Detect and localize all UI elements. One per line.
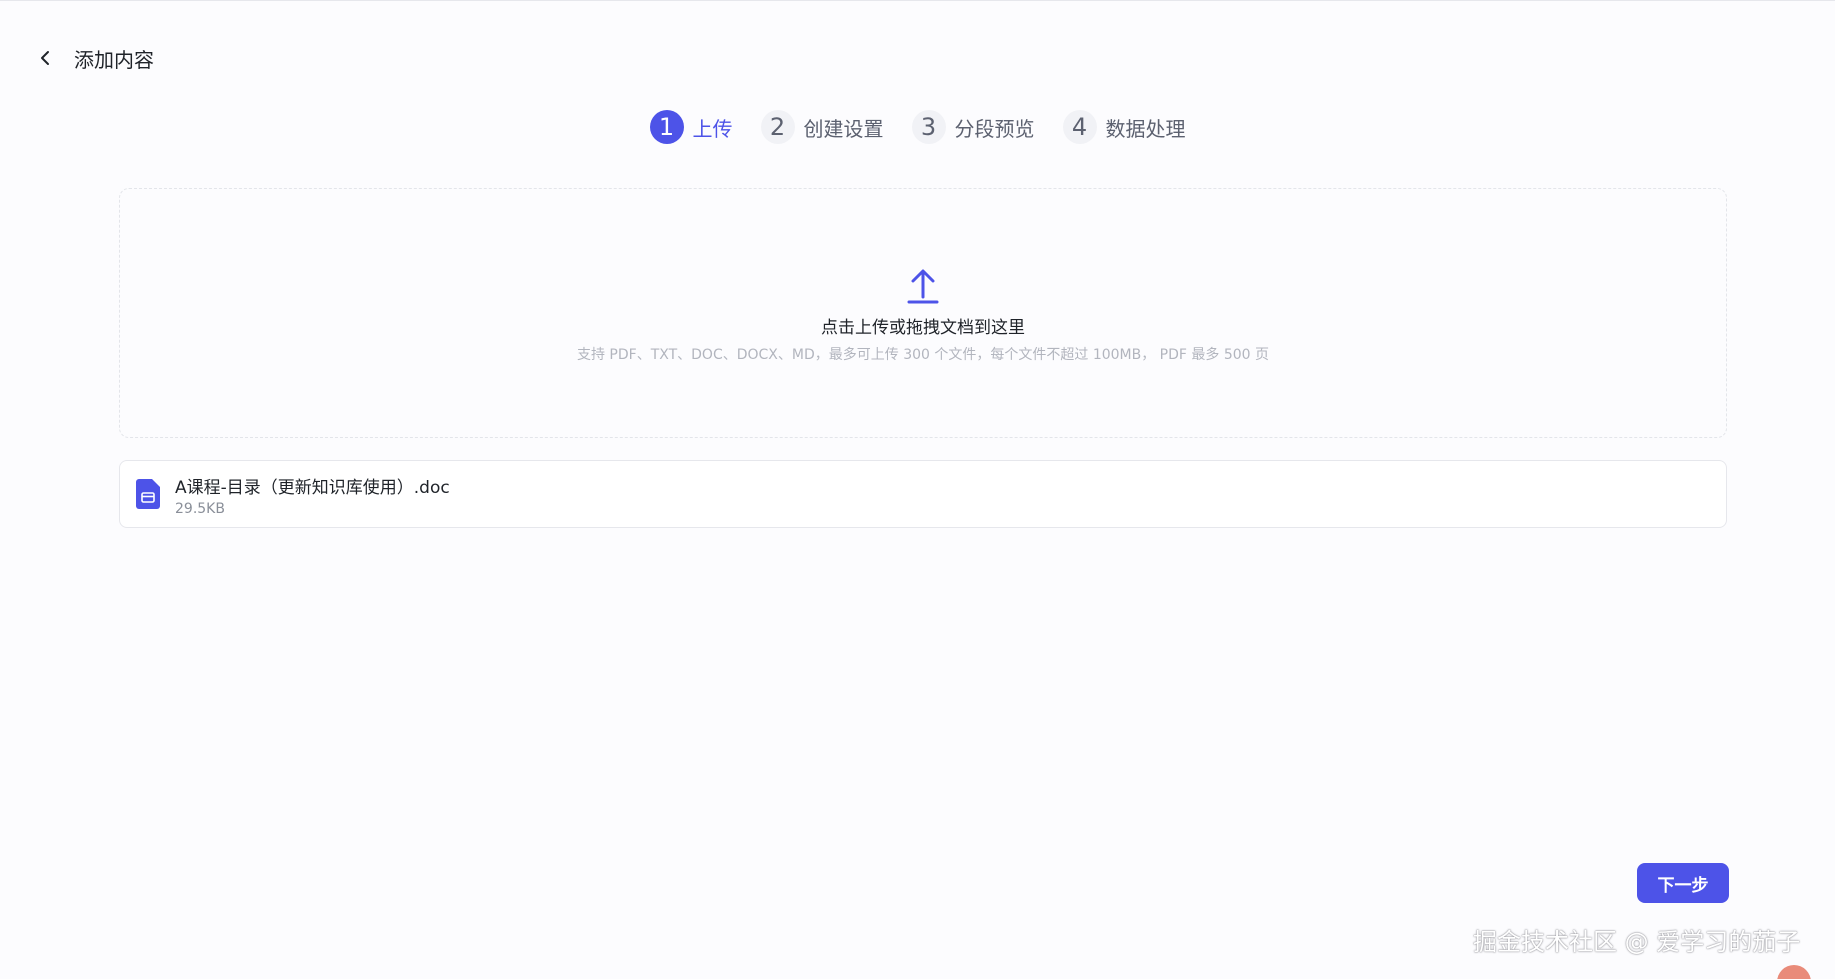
step-number: 2: [760, 110, 795, 144]
stepper: 1 上传 2 创建设置 3 分段预览 4 数据处理: [0, 110, 1835, 144]
watermark: 掘金技术社区 @ 爱学习的茄子: [1473, 928, 1801, 956]
back-button[interactable]: [34, 47, 56, 69]
page-title: 添加内容: [74, 47, 154, 72]
file-size: 29.5KB: [175, 501, 225, 517]
step-label: 分段预览: [954, 116, 1035, 141]
step-label: 创建设置: [803, 116, 884, 141]
step-number: 4: [1062, 110, 1097, 144]
file-list-item: A课程-目录（更新知识库使用）.doc 29.5KB: [119, 460, 1727, 528]
step-number: 3: [911, 110, 946, 144]
step-label: 数据处理: [1105, 116, 1186, 141]
step-segment-preview: 3 分段预览: [911, 110, 1035, 144]
floating-badge[interactable]: [1777, 965, 1811, 979]
next-step-button[interactable]: 下一步: [1637, 863, 1729, 903]
top-divider: [0, 0, 1835, 1]
document-icon: [136, 479, 160, 509]
upload-icon: [907, 269, 939, 304]
upload-dropzone[interactable]: 点击上传或拖拽文档到这里 支持 PDF、TXT、DOC、DOCX、MD，最多可上…: [119, 188, 1727, 438]
step-data-processing: 4 数据处理: [1062, 110, 1186, 144]
step-create-settings: 2 创建设置: [760, 110, 884, 144]
step-upload: 1 上传: [649, 110, 733, 144]
dropzone-hint: 支持 PDF、TXT、DOC、DOCX、MD，最多可上传 300 个文件，每个文…: [576, 347, 1270, 363]
step-number: 1: [649, 110, 684, 144]
step-label: 上传: [692, 116, 733, 141]
page-header: 添加内容: [34, 42, 154, 74]
chevron-left-icon: [41, 51, 49, 65]
dropzone-title: 点击上传或拖拽文档到这里: [821, 318, 1025, 338]
file-name: A课程-目录（更新知识库使用）.doc: [175, 478, 450, 498]
page: 添加内容 1 上传 2 创建设置 3 分段预览 4 数据处理 点击上传或拖拽文档…: [0, 0, 1835, 979]
